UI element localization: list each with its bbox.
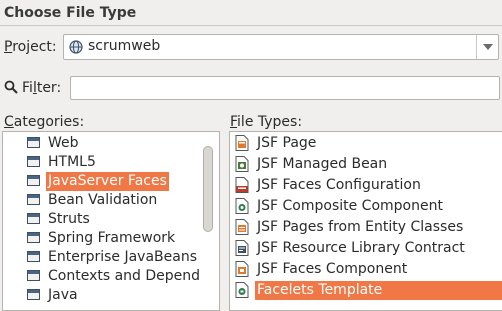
file-type-label: JSF Resource Library Contract [257, 240, 465, 256]
dialog-title: Choose File Type [4, 5, 137, 21]
filter-input[interactable] [70, 76, 500, 100]
file-type-item-jsf-resource-library-contract[interactable]: JSF Resource Library Contract [230, 239, 502, 258]
file-type-label: Facelets Template [255, 281, 502, 300]
category-label: Web [48, 135, 79, 151]
folder-icon [27, 194, 40, 205]
resource-contract-icon [235, 240, 249, 256]
composite-component-icon [235, 198, 249, 214]
file-type-item-jsf-pages-from-entity-classes[interactable]: JSF Pages from Entity Classes [230, 218, 502, 237]
category-label: Java [48, 287, 78, 303]
project-label-mnemonic: P [4, 39, 13, 55]
file-types-label-rest: ile Types: [237, 114, 303, 130]
category-item-spring-framework[interactable]: Spring Framework [3, 229, 203, 248]
categories-scrollbar-thumb[interactable] [203, 146, 213, 232]
category-item-contexts-and-dependency[interactable]: Contexts and Depend [3, 267, 203, 286]
file-type-label: JSF Managed Bean [257, 156, 388, 172]
category-label: JavaServer Faces [46, 172, 169, 191]
folder-icon [27, 175, 40, 186]
file-type-item-jsf-managed-bean[interactable]: JSF Managed Bean [230, 155, 502, 174]
jsf-page-icon [235, 135, 249, 151]
file-type-item-jsf-page[interactable]: JSF Page [230, 134, 502, 153]
filter-label: Filter: [22, 80, 61, 96]
project-dropdown-button[interactable] [476, 35, 498, 59]
categories-label-mnemonic: C [4, 114, 14, 130]
category-item-html5[interactable]: HTML5 [3, 153, 203, 172]
title-divider [0, 25, 502, 26]
file-type-label: JSF Composite Component [257, 198, 443, 214]
folder-icon [27, 289, 40, 300]
category-item-bean-validation[interactable]: Bean Validation [3, 191, 203, 210]
chevron-down-icon [483, 44, 493, 50]
globe-icon [69, 40, 83, 54]
project-label: Project: [4, 39, 57, 55]
search-icon [4, 80, 18, 94]
folder-icon [27, 213, 40, 224]
managed-bean-icon [235, 156, 249, 172]
file-type-item-jsf-faces-component[interactable]: JSF Faces Component [230, 260, 502, 279]
categories-label: Categories: [4, 114, 84, 130]
project-value: scrumweb [88, 38, 161, 54]
categories-label-rest: ategories: [13, 114, 85, 130]
project-label-rest: roject: [12, 39, 57, 55]
category-label: HTML5 [48, 154, 96, 170]
category-item-web[interactable]: Web [3, 134, 203, 153]
file-type-label: JSF Faces Configuration [257, 177, 421, 193]
category-label: Bean Validation [48, 192, 158, 208]
file-type-item-facelets-template[interactable]: Facelets Template [230, 281, 502, 300]
category-label: Enterprise JavaBeans [48, 249, 198, 265]
folder-icon [27, 270, 40, 281]
faces-config-icon [235, 177, 249, 193]
category-item-java[interactable]: Java [3, 286, 203, 305]
project-combobox[interactable]: scrumweb [63, 34, 499, 60]
category-label: Contexts and Depend [48, 268, 201, 284]
category-label: Spring Framework [48, 230, 176, 246]
folder-icon [27, 156, 40, 167]
file-type-item-jsf-faces-configuration[interactable]: JSF Faces Configuration [230, 176, 502, 195]
file-type-item-jsf-composite-component[interactable]: JSF Composite Component [230, 197, 502, 216]
file-type-label: JSF Pages from Entity Classes [257, 219, 464, 235]
folder-icon [27, 232, 40, 243]
filter-label-rest: ter: [36, 80, 62, 96]
categories-list[interactable]: Web HTML5 JavaServer Faces Bean Validati… [2, 131, 220, 311]
filter-label-prefix: Fi [22, 80, 33, 96]
file-type-label: JSF Faces Component [257, 261, 408, 277]
category-item-struts[interactable]: Struts [3, 210, 203, 229]
file-types-list[interactable]: JSF Page JSF Managed Bean JSF Faces Conf… [229, 131, 502, 311]
folder-icon [27, 137, 40, 148]
faces-component-icon [235, 261, 249, 277]
category-item-enterprise-javabeans[interactable]: Enterprise JavaBeans [3, 248, 203, 267]
file-types-label: File Types: [230, 114, 302, 130]
facelets-template-icon [235, 282, 249, 298]
category-label: Struts [48, 211, 90, 227]
folder-icon [27, 251, 40, 262]
file-types-label-mnemonic: F [230, 114, 238, 130]
category-item-javaserver-faces[interactable]: JavaServer Faces [3, 172, 203, 191]
file-type-label: JSF Page [257, 135, 317, 151]
entity-pages-icon [235, 219, 249, 235]
